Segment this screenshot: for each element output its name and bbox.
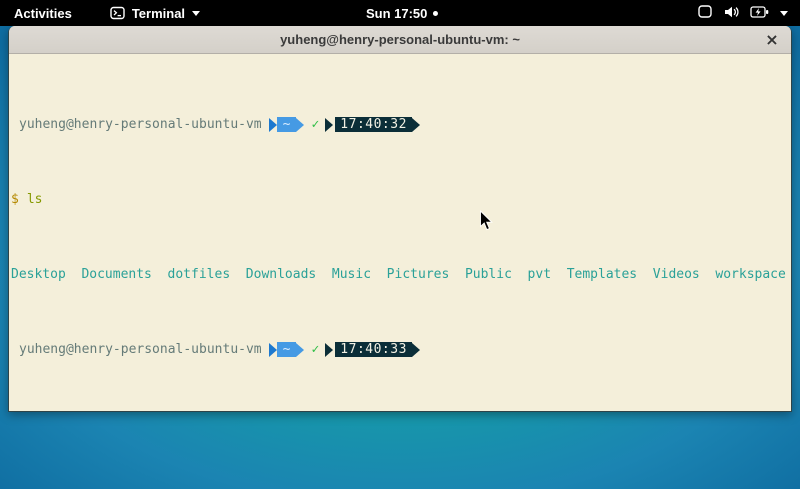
screen-share-icon	[698, 5, 712, 21]
mouse-cursor-icon	[479, 210, 494, 237]
window-titlebar[interactable]: yuheng@henry-personal-ubuntu-vm: ~ ×	[9, 26, 791, 54]
typed-command: ls	[27, 192, 43, 207]
prompt-time: 17:40:33	[335, 342, 412, 357]
desktop[interactable]: { "topbar": { "activities": "Activities"…	[0, 0, 800, 489]
system-status-area[interactable]	[696, 0, 790, 26]
prompt-line: yuheng@henry-personal-ubuntu-vm ~ ✓ 17:4…	[11, 117, 791, 132]
chevron-down-icon	[780, 11, 788, 16]
prompt-cwd: ~	[277, 342, 297, 357]
prompt-cwd: ~	[277, 117, 297, 132]
powerline-arrow-icon	[325, 118, 333, 132]
ls-output: Desktop Documents dotfiles Downloads Mus…	[11, 267, 791, 282]
prompt-user-host: yuheng@henry-personal-ubuntu-vm	[11, 117, 262, 132]
powerline-arrow-icon	[296, 343, 304, 357]
chevron-down-icon	[192, 11, 200, 16]
prompt-time: 17:40:32	[335, 117, 412, 132]
app-menu-label: Terminal	[132, 6, 185, 21]
prompt-user-host: yuheng@henry-personal-ubuntu-vm	[11, 342, 262, 357]
powerline-arrow-icon	[296, 118, 304, 132]
terminal-body[interactable]: yuheng@henry-personal-ubuntu-vm ~ ✓ 17:4…	[9, 54, 791, 411]
notification-dot	[433, 11, 438, 16]
powerline-arrow-icon	[412, 118, 420, 132]
powerline-arrow-icon	[325, 343, 333, 357]
terminal-window: yuheng@henry-personal-ubuntu-vm: ~ × yuh…	[8, 26, 792, 412]
prompt-line: yuheng@henry-personal-ubuntu-vm ~ ✓ 17:4…	[11, 342, 791, 357]
powerline-arrow-icon	[269, 118, 277, 132]
clock-label: Sun 17:50	[366, 6, 427, 21]
close-button[interactable]: ×	[761, 29, 783, 51]
gnome-top-bar: Activities Terminal Sun 17:50	[0, 0, 800, 26]
terminal-icon	[110, 6, 125, 20]
clock-button[interactable]: Sun 17:50	[366, 0, 438, 26]
activities-button[interactable]: Activities	[10, 6, 76, 21]
battery-charging-icon	[750, 6, 769, 21]
check-icon: ✓	[311, 342, 319, 357]
powerline-arrow-icon	[412, 343, 420, 357]
app-menu-terminal[interactable]: Terminal	[106, 6, 204, 21]
prompt-dollar: $	[11, 192, 19, 207]
window-title: yuheng@henry-personal-ubuntu-vm: ~	[280, 32, 520, 47]
powerline-arrow-icon	[269, 343, 277, 357]
check-icon: ✓	[311, 117, 319, 132]
volume-icon	[723, 5, 739, 22]
command-line: $ ls	[11, 192, 791, 207]
